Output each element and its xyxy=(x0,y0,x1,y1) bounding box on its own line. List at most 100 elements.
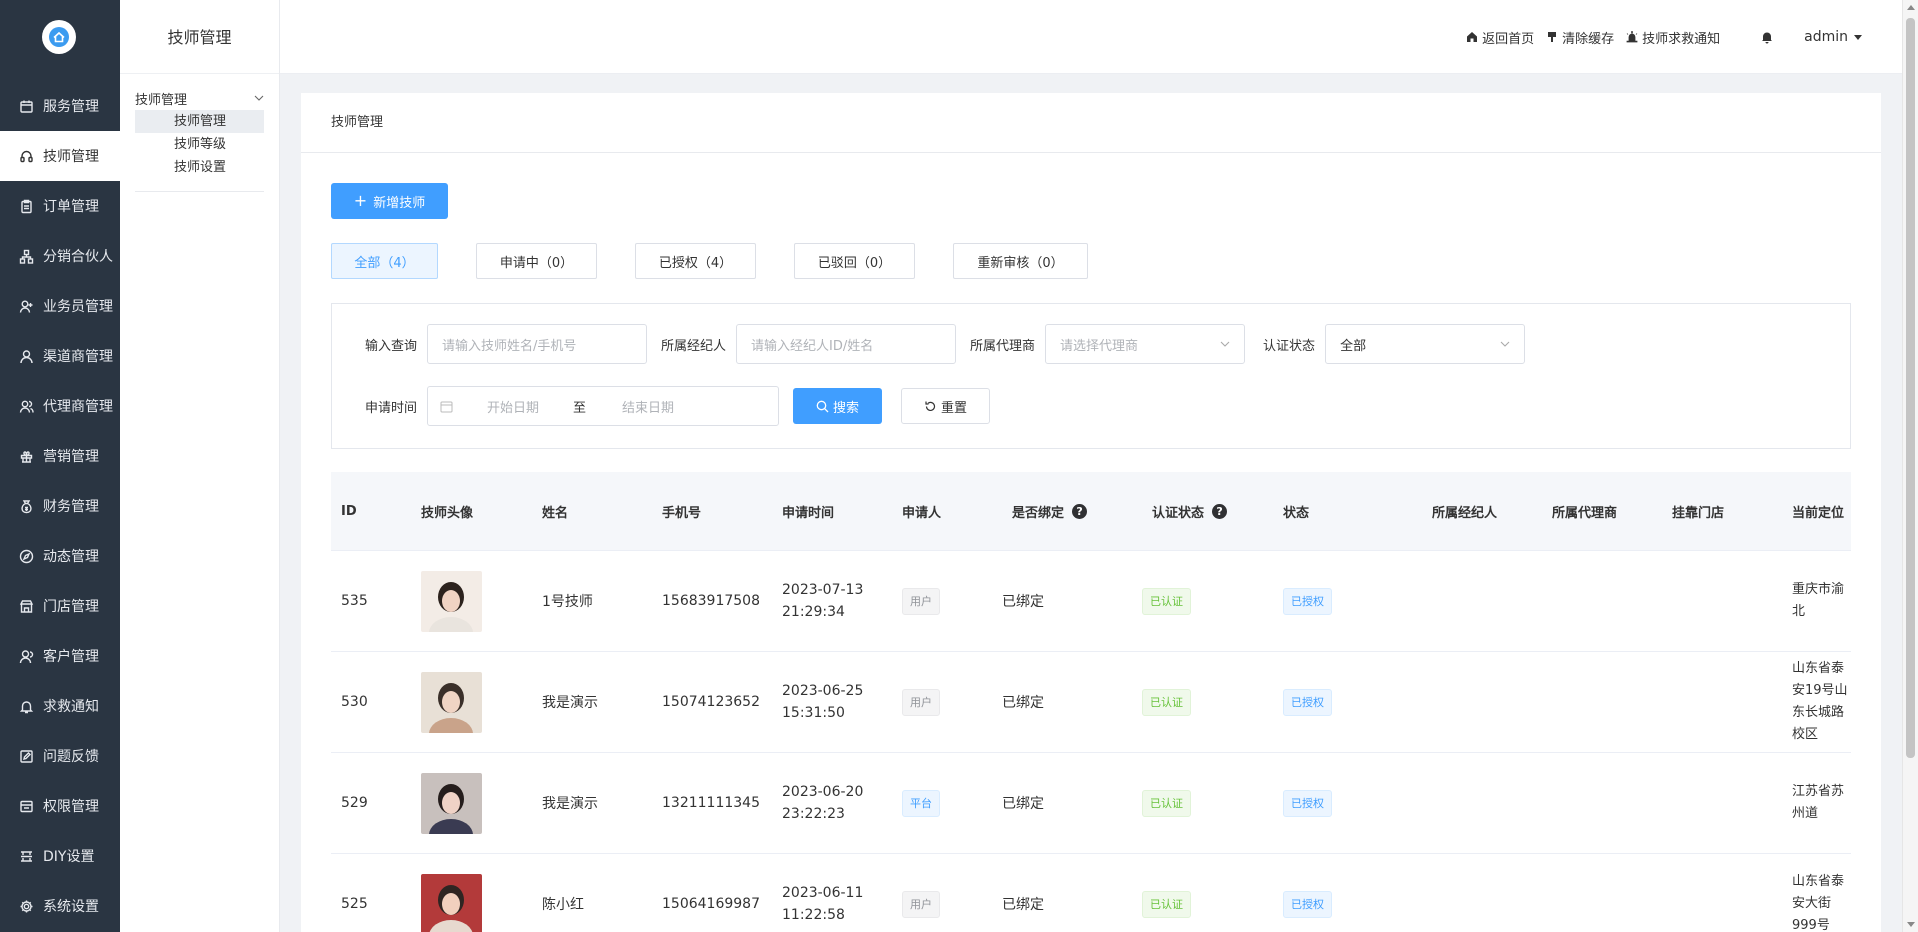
reset-button[interactable]: 重置 xyxy=(901,388,991,424)
add-technician-label: 新增技师 xyxy=(373,195,426,211)
help-icon[interactable]: ? xyxy=(1072,503,1088,519)
sidebar-item-label: 营销管理 xyxy=(43,449,99,465)
sidebar-item-8[interactable]: 财务管理 xyxy=(0,481,120,531)
agent-select[interactable]: 请选择代理商 xyxy=(1045,324,1246,364)
gear-icon xyxy=(18,898,34,914)
sidebar-item-16[interactable]: 系统设置 xyxy=(0,881,120,931)
col-apply-time: 申请时间 xyxy=(782,505,835,521)
col-bound-label: 是否绑定 xyxy=(1012,505,1065,521)
cell-location: 江苏省苏州道 xyxy=(1792,753,1851,853)
clear-cache-link[interactable]: 清除缓存 xyxy=(1546,28,1614,47)
sub-item-tech-manage[interactable]: 技师管理 xyxy=(135,110,264,133)
technician-avatar[interactable] xyxy=(421,772,482,834)
col-cert-status-label: 认证状态 xyxy=(1152,505,1205,521)
bell-icon[interactable] xyxy=(1760,30,1774,44)
home-link-label: 返回首页 xyxy=(1482,31,1535,47)
scrollbar-thumb[interactable] xyxy=(1906,18,1915,758)
sub-item-tech-settings[interactable]: 技师设置 xyxy=(135,156,264,179)
sidebar-item-15[interactable]: DIY设置 xyxy=(0,831,120,881)
cell-apply-time: 2023-06-20 23:22:23 xyxy=(782,784,864,822)
clear-cache-label: 清除缓存 xyxy=(1562,31,1615,47)
edit-box-icon xyxy=(18,748,34,764)
help-icon[interactable]: ? xyxy=(1212,503,1228,519)
scroll-up-icon[interactable] xyxy=(1907,5,1915,10)
search-button-label: 搜索 xyxy=(833,400,860,416)
calendar-icon xyxy=(18,98,34,114)
cell-name: 我是演示 xyxy=(542,796,598,812)
cell-apply-time: 2023-06-11 11:22:58 xyxy=(782,885,864,923)
technician-avatar[interactable] xyxy=(421,570,482,632)
sidebar-item-1[interactable]: 技师管理 xyxy=(0,131,120,181)
cell-apply-time: 2023-06-25 15:31:50 xyxy=(782,683,864,721)
col-avatar: 技师头像 xyxy=(421,505,474,521)
page-scrollbar[interactable] xyxy=(1902,0,1918,932)
search-button[interactable]: 搜索 xyxy=(793,388,883,424)
table-row: 535 1号技师 15683917508 2023-07-13 21:29:34 用户 已… xyxy=(331,551,1851,652)
chevron-down-icon xyxy=(1220,341,1230,347)
sidebar-item-label: 动态管理 xyxy=(43,549,99,565)
sub-menu-group-header[interactable]: 技师管理 xyxy=(135,86,264,110)
money-bag-icon xyxy=(18,498,34,514)
col-location: 当前定位 xyxy=(1792,505,1845,521)
sidebar-item-3[interactable]: 分销合伙人 xyxy=(0,231,120,281)
cell-location: 山东省泰安大街999号 xyxy=(1792,854,1851,932)
location-text: 山东省泰安19号山东长城路校区 xyxy=(1792,661,1848,742)
sidebar-item-13[interactable]: 问题反馈 xyxy=(0,731,120,781)
home-icon xyxy=(1467,32,1478,42)
sidebar-item-7[interactable]: 营销管理 xyxy=(0,431,120,481)
sidebar-item-label: 订单管理 xyxy=(43,199,99,215)
cert-status-select[interactable]: 全部 xyxy=(1325,324,1526,364)
sidebar-item-label: 权限管理 xyxy=(43,799,99,815)
cell-avatar xyxy=(421,652,482,752)
sidebar-item-label: 求救通知 xyxy=(43,699,99,715)
tab-review-again[interactable]: 重新审核（0） xyxy=(953,243,1088,279)
sidebar-item-14[interactable]: 权限管理 xyxy=(0,781,120,831)
sidebar-item-2[interactable]: 订单管理 xyxy=(0,181,120,231)
chevron-down-icon xyxy=(254,95,264,101)
query-input[interactable]: 请输入技师姓名/手机号 xyxy=(427,324,648,364)
applicant-badge: 用户 xyxy=(902,688,940,716)
plus-icon: + xyxy=(353,191,368,210)
sidebar-item-10[interactable]: 门店管理 xyxy=(0,581,120,631)
col-phone: 手机号 xyxy=(662,505,702,521)
applicant-badge: 用户 xyxy=(902,587,940,615)
cell-bound: 已绑定 xyxy=(1002,594,1044,610)
home-logo-icon[interactable] xyxy=(42,20,76,54)
cell-cert-status: 已认证 xyxy=(1142,753,1191,853)
tab-all[interactable]: 全部（4） xyxy=(331,243,438,279)
technician-avatar[interactable] xyxy=(421,873,482,932)
sos-notice-label: 技师求救通知 xyxy=(1642,31,1721,47)
scroll-down-icon[interactable] xyxy=(1907,922,1915,927)
sidebar-item-11[interactable]: 客户管理 xyxy=(0,631,120,681)
add-technician-button[interactable]: + 新增技师 xyxy=(331,183,448,219)
broker-input[interactable]: 请输入经纪人ID/姓名 xyxy=(736,324,957,364)
sos-notice-link[interactable]: 技师求救通知 xyxy=(1626,28,1720,47)
sidebar-item-0[interactable]: 服务管理 xyxy=(0,81,120,131)
date-range-picker[interactable]: 开始日期 至 结束日期 xyxy=(427,386,780,426)
cell-bound: 已绑定 xyxy=(1002,796,1044,812)
cell-applicant: 用户 xyxy=(902,652,940,752)
cell-id: 530 xyxy=(341,694,368,710)
agent-placeholder: 请选择代理商 xyxy=(1060,338,1139,354)
main-sidebar: 服务管理 技师管理订单管理分销合伙人 业务员管理 渠道商管理 代理商管理营销管理财务管理… xyxy=(0,0,120,932)
tab-applying[interactable]: 申请中（0） xyxy=(476,243,597,279)
cell-name: 我是演示 xyxy=(542,695,598,711)
table-row: 530 我是演示 15074123652 2023-06-25 15:31:50 用户 已… xyxy=(331,652,1851,753)
cert-status-label: 认证状态 xyxy=(1263,338,1316,354)
sidebar-item-12[interactable]: 求救通知 xyxy=(0,681,120,731)
cell-bound: 已绑定 xyxy=(1002,695,1044,711)
refresh-icon xyxy=(925,401,936,411)
brush-icon xyxy=(1548,32,1557,42)
home-link[interactable]: 返回首页 xyxy=(1466,28,1534,47)
user-menu[interactable]: admin xyxy=(1804,29,1862,45)
col-name: 姓名 xyxy=(542,505,569,521)
tab-authorized[interactable]: 已授权（4） xyxy=(635,243,756,279)
sidebar-item-9[interactable]: 动态管理 xyxy=(0,531,120,581)
sidebar-item-4[interactable]: 业务员管理 xyxy=(0,281,120,331)
technician-avatar[interactable] xyxy=(421,671,482,733)
tab-rejected[interactable]: 已驳回（0） xyxy=(794,243,915,279)
sidebar-item-6[interactable]: 代理商管理 xyxy=(0,381,120,431)
sidebar-item-5[interactable]: 渠道商管理 xyxy=(0,331,120,381)
clipboard-icon xyxy=(18,198,34,214)
sub-item-tech-level[interactable]: 技师等级 xyxy=(135,133,264,156)
